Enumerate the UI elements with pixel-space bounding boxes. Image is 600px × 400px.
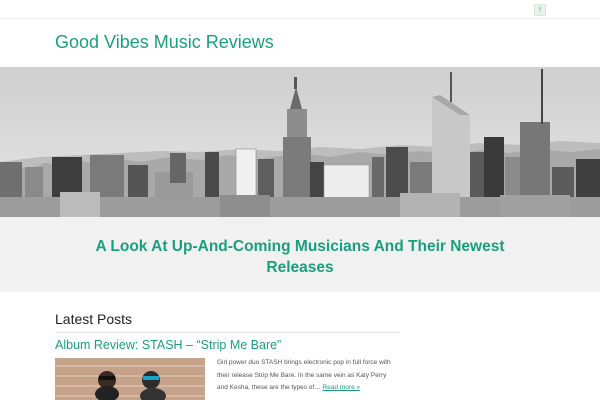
post-excerpt: Girl power duo STASH brings electronic p… (217, 357, 397, 395)
section-divider (55, 332, 400, 333)
site-title[interactable]: Good Vibes Music Reviews (55, 32, 274, 53)
top-bar: f (0, 0, 600, 19)
latest-posts-heading: Latest Posts (55, 311, 133, 327)
site-tagline: A Look At Up-And-Coming Musicians And Th… (95, 238, 505, 276)
hero-image (0, 67, 600, 217)
post-excerpt-text: Girl power duo STASH brings electronic p… (217, 359, 391, 391)
post-thumbnail[interactable] (55, 358, 205, 400)
facebook-icon[interactable]: f (534, 4, 546, 16)
read-more-link[interactable]: Read more » (323, 384, 361, 391)
skyline-illustration (0, 67, 600, 217)
brick-wall-photo (55, 358, 205, 400)
post-title-link[interactable]: Album Review: STASH – “Strip Me Bare” (55, 338, 281, 352)
